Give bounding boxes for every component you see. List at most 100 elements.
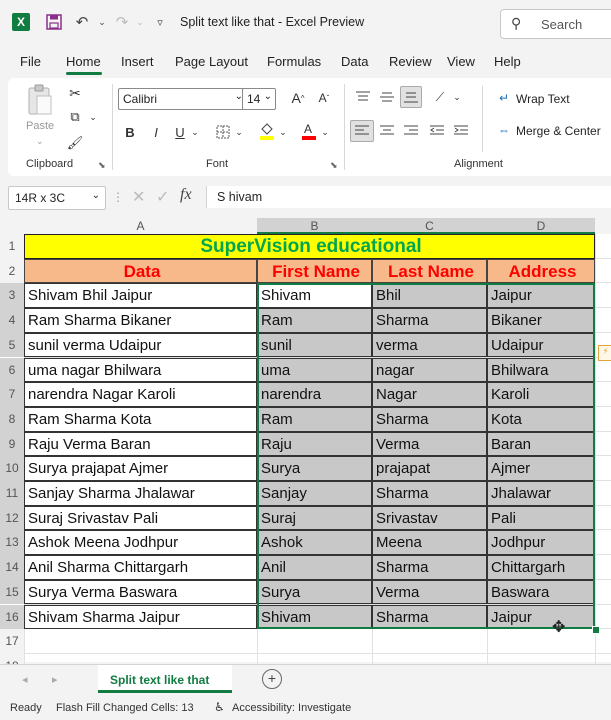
- row-header[interactable]: 1: [0, 234, 24, 259]
- row-header[interactable]: 3: [0, 283, 24, 309]
- header-cell[interactable]: Last Name: [372, 258, 487, 284]
- font-color-dropdown-icon[interactable]: ⌄: [320, 122, 330, 142]
- header-cell[interactable]: Data: [24, 258, 257, 284]
- row-header[interactable]: 5: [0, 332, 24, 358]
- table-cell[interactable]: Pali: [487, 505, 595, 531]
- row-header[interactable]: 14: [0, 555, 24, 580]
- table-cell[interactable]: Jaipur: [487, 283, 595, 309]
- table-cell[interactable]: Ram Sharma Kota: [24, 406, 257, 432]
- column-header-b[interactable]: B: [257, 218, 372, 234]
- table-cell[interactable]: Sharma: [372, 604, 487, 630]
- table-cell[interactable]: Raju Verma Baran: [24, 431, 257, 457]
- paste-label[interactable]: Paste: [26, 120, 54, 132]
- decrease-font-size-icon[interactable]: Aˇ: [314, 88, 334, 108]
- table-cell[interactable]: Sharma: [372, 481, 487, 506]
- tab-data[interactable]: Data: [341, 54, 368, 69]
- customize-toolbar-icon[interactable]: ▿: [150, 12, 170, 32]
- table-cell[interactable]: Jaipur: [487, 604, 595, 630]
- table-cell[interactable]: Kota: [487, 406, 595, 432]
- wrap-text-icon[interactable]: ↵: [496, 90, 512, 106]
- save-icon[interactable]: [44, 12, 64, 32]
- formula-input[interactable]: S hivam: [206, 186, 611, 208]
- table-cell[interactable]: Ram: [257, 406, 372, 432]
- tab-file[interactable]: File: [20, 54, 41, 69]
- table-cell[interactable]: Surya Verma Baswara: [24, 579, 257, 605]
- select-all-button[interactable]: [0, 218, 24, 234]
- table-cell[interactable]: Raju: [257, 431, 372, 457]
- header-cell[interactable]: Address: [487, 258, 595, 284]
- table-cell[interactable]: Suraj Srivastav Pali: [24, 505, 257, 531]
- tab-view[interactable]: View: [447, 54, 475, 69]
- column-header-a[interactable]: A: [24, 218, 257, 234]
- table-cell[interactable]: Surya prajapat Ajmer: [24, 456, 257, 481]
- decrease-indent-icon[interactable]: [428, 122, 446, 140]
- align-right-icon[interactable]: [402, 122, 420, 140]
- borders-dropdown-icon[interactable]: ⌄: [234, 122, 244, 142]
- redo-dropdown-icon[interactable]: ⌄: [130, 12, 150, 32]
- table-cell[interactable]: Sharma: [372, 406, 487, 432]
- table-cell[interactable]: Baran: [487, 431, 595, 457]
- table-cell[interactable]: Srivastav: [372, 505, 487, 531]
- row-header[interactable]: 10: [0, 456, 24, 481]
- table-cell[interactable]: Ram: [257, 308, 372, 333]
- increase-indent-icon[interactable]: [452, 122, 470, 140]
- increase-font-size-icon[interactable]: A ^: [288, 88, 308, 108]
- table-cell[interactable]: uma: [257, 357, 372, 383]
- table-cell[interactable]: Bhil: [372, 283, 487, 309]
- fill-color-icon[interactable]: [258, 120, 276, 142]
- table-cell[interactable]: verma: [372, 332, 487, 358]
- column-header-c[interactable]: C: [372, 218, 487, 234]
- table-cell[interactable]: Verma: [372, 431, 487, 457]
- table-cell[interactable]: Sharma: [372, 308, 487, 333]
- paste-dropdown-icon[interactable]: ⌄: [36, 136, 44, 147]
- redo-icon[interactable]: ↷: [112, 12, 132, 32]
- table-cell[interactable]: Ashok Meena Jodhpur: [24, 530, 257, 556]
- search-box[interactable]: ⚲ Search: [500, 9, 611, 39]
- table-cell[interactable]: Sharma: [372, 555, 487, 580]
- borders-icon[interactable]: [214, 122, 232, 142]
- table-cell[interactable]: Jhalawar: [487, 481, 595, 506]
- align-left-icon[interactable]: [350, 120, 374, 142]
- undo-dropdown-icon[interactable]: ⌄: [92, 12, 112, 32]
- tab-review[interactable]: Review: [389, 54, 432, 69]
- table-cell[interactable]: Sanjay: [257, 481, 372, 506]
- table-cell[interactable]: Surya: [257, 579, 372, 605]
- merge-center-icon[interactable]: ⇔: [496, 122, 512, 138]
- italic-button[interactable]: I: [148, 122, 164, 142]
- title-cell[interactable]: SuperVision educational: [24, 234, 595, 259]
- row-header[interactable]: 16: [0, 604, 24, 630]
- row-header[interactable]: 6: [0, 357, 24, 383]
- table-cell[interactable]: Shivam Sharma Jaipur: [24, 604, 257, 630]
- table-cell[interactable]: Surya: [257, 456, 372, 481]
- tab-home[interactable]: Home: [66, 54, 101, 69]
- row-header[interactable]: 13: [0, 530, 24, 556]
- table-cell[interactable]: Suraj: [257, 505, 372, 531]
- row-header[interactable]: 8: [0, 406, 24, 432]
- top-align-icon[interactable]: [354, 88, 372, 106]
- table-cell[interactable]: uma nagar Bhilwara: [24, 357, 257, 383]
- wrap-text-button[interactable]: Wrap Text: [516, 92, 570, 106]
- enter-icon[interactable]: ✓: [156, 187, 169, 207]
- copy-dropdown-icon[interactable]: ⌄: [88, 108, 98, 126]
- row-header[interactable]: 11: [0, 481, 24, 506]
- header-cell[interactable]: First Name: [257, 258, 372, 284]
- table-cell[interactable]: Ram Sharma Bikaner: [24, 308, 257, 333]
- table-cell[interactable]: Shivam: [257, 604, 372, 630]
- paste-icon[interactable]: [26, 84, 54, 118]
- tab-page-layout[interactable]: Page Layout: [175, 54, 248, 69]
- underline-button[interactable]: U: [172, 122, 188, 142]
- table-cell[interactable]: Ajmer: [487, 456, 595, 481]
- table-cell[interactable]: Bhilwara: [487, 357, 595, 383]
- row-header[interactable]: 7: [0, 382, 24, 407]
- table-cell[interactable]: Meena: [372, 530, 487, 556]
- tab-formulas[interactable]: Formulas: [267, 54, 321, 69]
- row-header[interactable]: 17: [0, 629, 24, 654]
- table-cell[interactable]: narendra Nagar Karoli: [24, 382, 257, 407]
- underline-dropdown-icon[interactable]: ⌄: [190, 122, 200, 142]
- table-cell[interactable]: sunil: [257, 332, 372, 358]
- merge-center-button[interactable]: Merge & Center: [516, 124, 601, 138]
- table-cell[interactable]: narendra: [257, 382, 372, 407]
- format-painter-icon[interactable]: 🖌: [66, 134, 84, 152]
- align-center-icon[interactable]: [378, 122, 396, 140]
- table-cell[interactable]: Karoli: [487, 382, 595, 407]
